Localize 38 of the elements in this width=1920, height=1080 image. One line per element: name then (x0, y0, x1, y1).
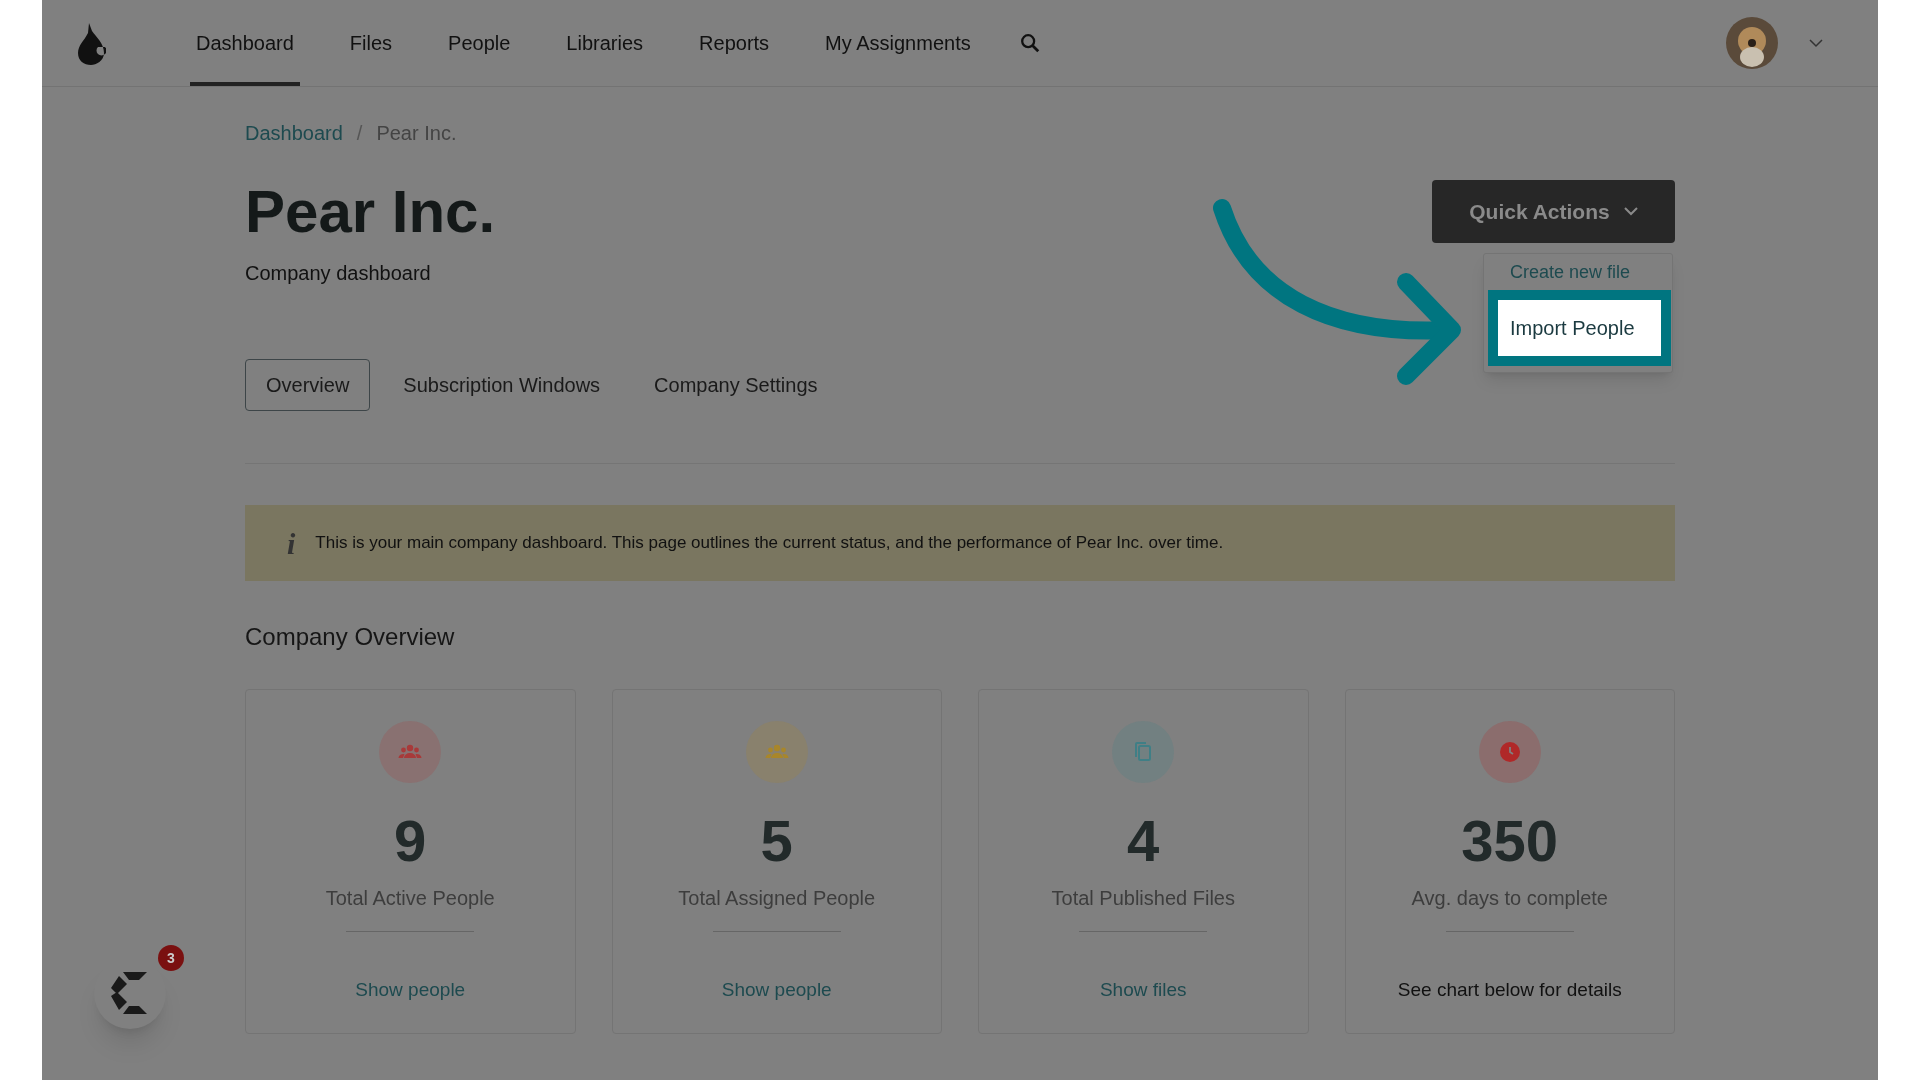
stat-label: Total Assigned People (678, 886, 876, 911)
card-link[interactable]: Show people (355, 976, 466, 1005)
breadcrumb-current: Pear Inc. (376, 121, 457, 146)
section-title: Company Overview (245, 622, 456, 652)
tab[interactable]: Overview (245, 359, 371, 411)
chevron-down-icon[interactable] (1808, 38, 1824, 48)
stat-label: Total Published Files (1051, 886, 1235, 911)
card-link[interactable]: Show files (1099, 976, 1187, 1005)
nav-link[interactable]: My Assignments (819, 0, 977, 86)
stat-value: 9 (394, 809, 427, 873)
tab[interactable]: Subscription Windows (382, 359, 622, 411)
stat-value: 350 (1461, 809, 1559, 873)
stat-value: 5 (760, 809, 793, 873)
nav-link[interactable]: Dashboard (190, 0, 300, 86)
page-subtitle: Company dashboard (245, 261, 432, 286)
pear-logo[interactable] (76, 21, 106, 65)
tab[interactable]: Company Settings (633, 359, 839, 411)
notification-badge: 3 (158, 945, 184, 971)
card-link[interactable]: Show people (721, 976, 832, 1005)
search-icon[interactable] (1018, 32, 1041, 54)
card-note: See chart below for details (1397, 978, 1622, 1002)
page-title: Pear Inc. (245, 177, 496, 247)
stat-value: 4 (1127, 809, 1160, 873)
nav-link[interactable]: Libraries (560, 0, 650, 86)
breadcrumb-link[interactable]: Dashboard (245, 118, 343, 148)
breadcrumb-separator: / (356, 121, 363, 146)
chevron-down-icon (1623, 207, 1638, 216)
info-text: This is your main company dashboard. This page outlines the current status, and the performance of Pear Inc. over time. (315, 532, 1224, 555)
quick-actions-button[interactable]: Quick Actions (1432, 180, 1675, 243)
nav-link[interactable]: Reports (693, 0, 776, 86)
stat-label: Total Active People (325, 886, 495, 911)
nav-link[interactable]: Files (343, 0, 399, 86)
info-icon: i (287, 520, 296, 566)
stat-label: Avg. days to complete (1411, 886, 1608, 911)
menu-item[interactable]: Create new file (1510, 260, 1631, 284)
nav-link[interactable]: People (442, 0, 517, 86)
import-menu-item[interactable]: Import People (1488, 290, 1671, 366)
avatar[interactable] (1726, 17, 1778, 69)
